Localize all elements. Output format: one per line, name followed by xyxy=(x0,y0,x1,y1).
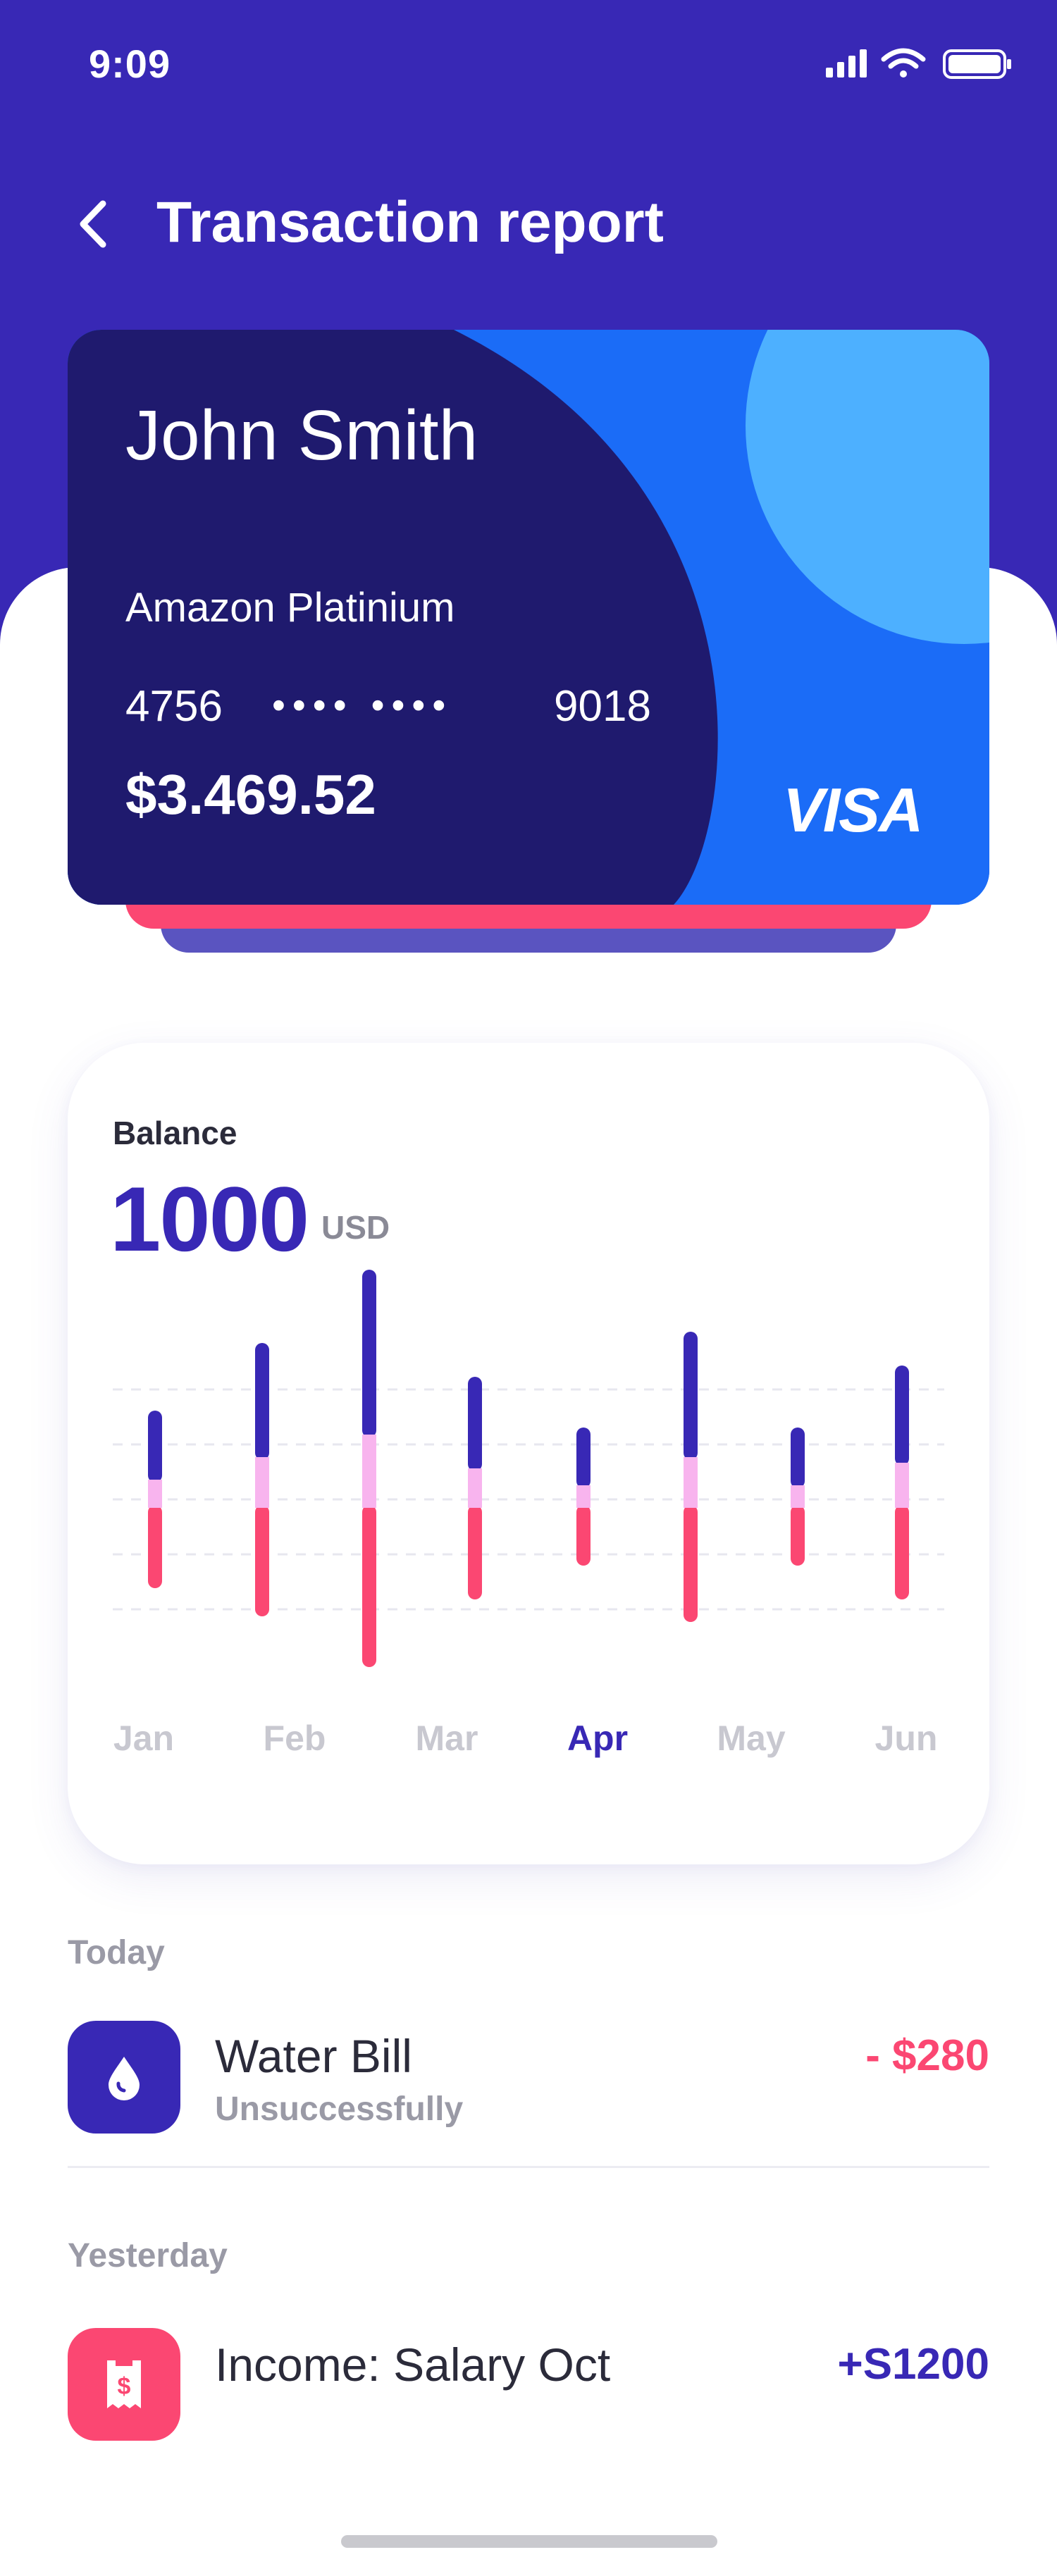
chart-x-label[interactable]: May xyxy=(717,1719,785,1758)
svg-text:$: $ xyxy=(118,2373,131,2400)
divider xyxy=(68,2166,989,2168)
chart-bar-middle-segment xyxy=(468,1468,482,1508)
chart-grid xyxy=(113,1388,944,1611)
water-drop-icon xyxy=(109,2057,140,2100)
transaction-icon-tile[interactable]: $ xyxy=(68,2328,180,2441)
chart-bar-middle-segment xyxy=(684,1457,698,1508)
chart-x-label[interactable]: Jan xyxy=(113,1719,174,1758)
balance-chart: Jan Feb Mar Apr May Jun xyxy=(113,1270,944,1758)
chart-bar xyxy=(895,1366,909,1599)
chart-bar xyxy=(362,1270,376,1667)
transaction-status: Unsuccessfully xyxy=(215,2091,464,2128)
transaction-title[interactable]: Water Bill xyxy=(215,2028,412,2084)
chart-x-label[interactable]: Feb xyxy=(264,1719,326,1758)
chart-x-labels: Jan Feb Mar Apr May Jun xyxy=(113,1719,938,1758)
section-label-today: Today xyxy=(68,1934,165,1971)
transaction-title[interactable]: Income: Salary Oct xyxy=(215,2336,610,2393)
chart-bar-middle-segment xyxy=(895,1463,909,1508)
chart-x-label[interactable]: Jun xyxy=(875,1719,938,1758)
chart-bar-middle-segment xyxy=(255,1457,269,1508)
chart-bar xyxy=(255,1343,269,1616)
chart-x-label[interactable]: Apr xyxy=(567,1719,628,1758)
chart-bar xyxy=(684,1332,698,1622)
chart-bar xyxy=(576,1428,591,1566)
chart-x-label[interactable]: Mar xyxy=(416,1719,478,1758)
chart-bar-middle-segment xyxy=(362,1435,376,1508)
receipt-dollar-icon: $ xyxy=(107,2360,141,2408)
chart-bar-middle-segment xyxy=(791,1485,805,1508)
chart-bar-middle-segment xyxy=(576,1485,591,1508)
transaction-amount: - $280 xyxy=(865,2031,989,2080)
chart-bar-middle-segment xyxy=(148,1480,162,1508)
transaction-amount: +S1200 xyxy=(837,2340,990,2389)
home-indicator[interactable] xyxy=(341,2535,717,2548)
transaction-icon-tile[interactable] xyxy=(68,2021,180,2134)
chart-bar xyxy=(791,1428,805,1566)
chart-bar xyxy=(468,1377,482,1599)
section-label-yesterday: Yesterday xyxy=(68,2237,228,2274)
chart-bars xyxy=(148,1270,909,1667)
chart-bar xyxy=(148,1411,162,1588)
